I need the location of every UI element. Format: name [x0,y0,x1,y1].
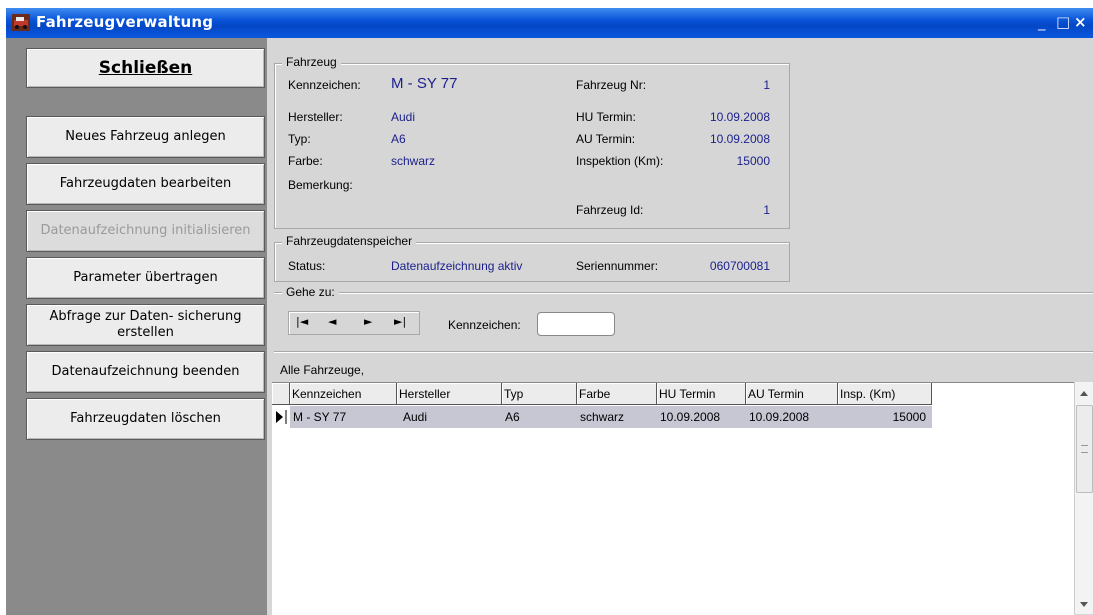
edit-vehicle-label: Fahrzeugdaten bearbeiten [59,176,232,191]
window-title: Fahrzeugverwaltung [36,13,214,31]
serial-label: Seriennummer: [576,259,659,273]
color-value: schwarz [391,154,436,168]
column-header-manufacturer[interactable]: Hersteller [397,383,502,405]
prev-record-button[interactable]: ◄ [328,315,336,328]
recorder-group-legend: Fahrzeugdatenspeicher [282,234,417,248]
column-header-hu[interactable]: HU Termin [657,383,746,405]
current-row-arrow-icon [276,410,287,424]
recorder-status-value: Datenaufzeichnung aktiv [391,259,523,273]
init-recording-label: Datenaufzeichnung initialisieren [40,223,251,238]
new-vehicle-button[interactable]: Neues Fahrzeug anlegen [26,116,265,158]
cell-plate: M - SY 77 [290,406,397,428]
column-header-color[interactable]: Farbe [577,383,657,405]
close-button[interactable]: Schließen [26,48,265,88]
cell-manufacturer: Audi [397,406,502,428]
goto-plate-input[interactable] [537,312,615,336]
row-indicator [272,406,290,428]
column-header-inspection[interactable]: Insp. (Km) [838,383,932,405]
cell-color: schwarz [577,406,657,428]
transfer-parameters-label: Parameter übertragen [73,270,218,285]
delete-vehicle-button[interactable]: Fahrzeugdaten löschen [26,398,265,440]
vehicle-table: Kennzeichen Hersteller Typ Farbe HU Term… [272,382,1074,615]
transfer-parameters-button[interactable]: Parameter übertragen [26,257,265,299]
maximize-button[interactable]: □ [1056,13,1070,31]
goto-plate-label: Kennzeichen: [448,318,521,332]
vehicle-number-label: Fahrzeug Nr: [576,78,647,92]
minimize-button[interactable]: _ [1038,13,1046,31]
scroll-thumb[interactable] [1076,405,1093,493]
scroll-down-icon[interactable] [1079,600,1089,608]
init-recording-button[interactable]: Datenaufzeichnung initialisieren [26,210,265,252]
column-header-plate[interactable]: Kennzeichen [290,383,397,405]
table-scrollbar[interactable] [1074,382,1093,614]
serial-value: 060700081 [709,259,770,273]
list-title: Alle Fahrzeuge, [280,363,365,377]
column-header-type[interactable]: Typ [502,383,577,405]
cell-inspection: 15000 [838,406,932,428]
cell-type: A6 [502,406,577,428]
au-label: AU Termin: [576,132,636,146]
new-vehicle-label: Neues Fahrzeug anlegen [65,129,226,144]
scroll-grip-icon [1081,445,1088,453]
type-value: A6 [391,132,406,146]
hu-value: 10.09.2008 [709,110,770,124]
first-record-button[interactable]: |◄ [296,315,308,328]
plate-label: Kennzeichen: [288,78,361,92]
command-panel: Schließen Neues Fahrzeug anlegen Fahrzeu… [6,38,267,615]
plate-value: M - SY 77 [391,75,458,92]
inspection-value: 15000 [736,154,770,168]
hu-label: HU Termin: [576,110,636,124]
au-value: 10.09.2008 [709,132,770,146]
backup-query-label-line2: erstellen [117,325,174,340]
type-label: Typ: [288,132,311,146]
inspection-label: Inspektion (Km): [576,154,664,168]
manufacturer-value: Audi [391,110,416,124]
vehicle-number-value: 1 [763,78,770,92]
vehicle-id-label: Fahrzeug Id: [576,203,644,217]
next-record-button[interactable]: ► [364,315,372,328]
vehicle-id-value: 1 [763,203,770,217]
edit-vehicle-button[interactable]: Fahrzeugdaten bearbeiten [26,163,265,205]
row-header-corner [272,383,290,405]
delete-vehicle-label: Fahrzeugdaten löschen [70,411,221,426]
close-button-label: Schließen [98,58,193,78]
last-record-button[interactable]: ►| [394,315,406,328]
window-client: Schließen Neues Fahrzeug anlegen Fahrzeu… [6,38,1093,615]
list-separator [274,351,1093,353]
cell-hu: 10.09.2008 [657,406,746,428]
end-recording-label: Datenaufzeichnung beenden [51,364,240,379]
manufacturer-label: Hersteller: [288,110,343,124]
backup-query-label-line1: Abfrage zur Daten- sicherung [49,309,242,324]
column-header-au[interactable]: AU Termin [746,383,838,405]
recorder-status-label: Status: [288,259,326,273]
vehicle-group-legend: Fahrzeug [282,55,341,69]
goto-separator [274,292,1093,294]
close-window-button[interactable]: × [1074,13,1087,31]
app-icon [12,14,30,31]
scroll-up-icon[interactable] [1079,390,1089,398]
cell-au: 10.09.2008 [746,406,838,428]
remark-label: Bemerkung: [288,178,353,192]
color-label: Farbe: [288,154,323,168]
title-bar: Fahrzeugverwaltung _ □ × [6,8,1093,38]
backup-query-button[interactable]: Abfrage zur Daten- sicherung erstellen [26,304,265,346]
end-recording-button[interactable]: Datenaufzeichnung beenden [26,351,265,393]
goto-legend: Gehe zu: [282,285,339,299]
